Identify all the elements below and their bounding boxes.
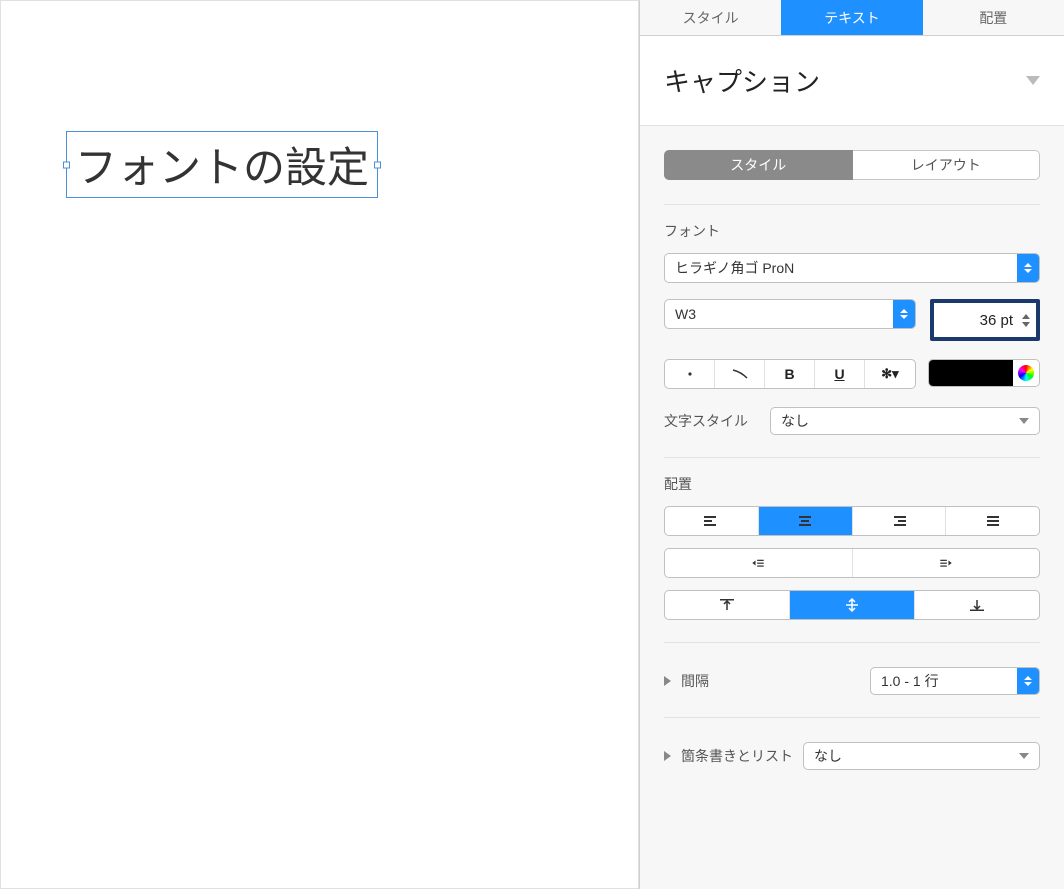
increase-indent-button[interactable] — [853, 549, 1040, 577]
gear-icon: ✻▾ — [881, 366, 898, 382]
valign-top-button[interactable] — [665, 591, 790, 619]
color-swatch — [929, 360, 1013, 386]
subtab-style[interactable]: スタイル — [664, 150, 853, 180]
resize-handle-left[interactable] — [63, 161, 70, 168]
tab-style[interactable]: スタイル — [640, 0, 781, 35]
divider — [664, 204, 1040, 205]
align-justify-button[interactable] — [946, 507, 1039, 535]
font-size-stepper[interactable] — [1019, 314, 1033, 327]
textbox-content: フォントの設定 — [75, 144, 369, 191]
chevron-down-icon — [1019, 753, 1029, 759]
disclosure-triangle-icon[interactable] — [664, 751, 671, 761]
style-layout-segmented: スタイル レイアウト — [664, 150, 1040, 180]
font-size-field[interactable]: 36 pt — [930, 299, 1040, 341]
font-weight-value: W3 — [675, 306, 696, 322]
indent-group — [664, 548, 1040, 578]
tab-text[interactable]: テキスト — [781, 0, 922, 35]
valign-middle-button[interactable] — [790, 591, 915, 619]
preset-name: キャプション — [664, 62, 820, 99]
subtab-layout[interactable]: レイアウト — [853, 150, 1041, 180]
divider — [664, 717, 1040, 718]
paragraph-style-preset[interactable]: キャプション — [640, 36, 1064, 126]
text-options-gear[interactable]: ✻▾ — [865, 360, 915, 388]
select-stepper-icon — [893, 300, 915, 328]
char-style-value: なし — [781, 411, 809, 431]
bullets-select[interactable]: なし — [803, 742, 1040, 770]
font-weight-select[interactable]: W3 — [664, 299, 916, 329]
bullets-value: なし — [814, 746, 842, 766]
decrease-indent-button[interactable] — [665, 549, 853, 577]
divider — [664, 457, 1040, 458]
vertical-alignment-group — [664, 590, 1040, 620]
font-family-select[interactable]: ヒラギノ角ゴ ProN — [664, 253, 1040, 283]
selected-textbox[interactable]: フォントの設定 — [66, 131, 378, 198]
spacing-label: 間隔 — [681, 671, 709, 691]
spacing-value: 1.0 - 1 行 — [881, 671, 939, 691]
document-canvas[interactable]: フォントの設定 — [0, 0, 639, 889]
divider — [664, 642, 1040, 643]
shadow-button[interactable] — [715, 360, 765, 388]
inspector-sidebar: スタイル テキスト 配置 キャプション スタイル レイアウト フォント ヒラギノ… — [639, 0, 1064, 889]
alignment-section-label: 配置 — [664, 474, 1040, 494]
char-style-label: 文字スタイル — [664, 411, 754, 431]
color-wheel-icon — [1018, 365, 1034, 381]
bold-button[interactable]: B — [765, 360, 815, 388]
align-right-button[interactable] — [853, 507, 947, 535]
color-picker-button[interactable] — [1013, 360, 1039, 386]
bullets-row: 箇条書きとリスト なし — [664, 742, 1040, 770]
valign-bottom-button[interactable] — [915, 591, 1039, 619]
text-color-well[interactable] — [928, 359, 1040, 387]
resize-handle-right[interactable] — [374, 161, 381, 168]
font-size-value[interactable]: 36 pt — [934, 312, 1019, 329]
strikethrough-button[interactable] — [665, 360, 715, 388]
inspector-tabs: スタイル テキスト 配置 — [640, 0, 1064, 36]
spacing-select[interactable]: 1.0 - 1 行 — [870, 667, 1040, 695]
tab-arrange[interactable]: 配置 — [923, 0, 1064, 35]
underline-button[interactable]: U — [815, 360, 865, 388]
align-left-button[interactable] — [665, 507, 759, 535]
font-family-value: ヒラギノ角ゴ ProN — [675, 258, 794, 278]
char-style-select[interactable]: なし — [770, 407, 1040, 435]
spacing-row: 間隔 1.0 - 1 行 — [664, 667, 1040, 695]
text-style-group: B U ✻▾ — [664, 359, 916, 389]
chevron-down-icon — [1019, 418, 1029, 424]
bullets-label: 箇条書きとリスト — [681, 746, 793, 766]
chevron-down-icon — [1026, 76, 1040, 85]
font-section-label: フォント — [664, 221, 1040, 241]
horizontal-alignment-group — [664, 506, 1040, 536]
select-stepper-icon — [1017, 668, 1039, 694]
disclosure-triangle-icon[interactable] — [664, 676, 671, 686]
align-center-button[interactable] — [759, 507, 853, 535]
select-stepper-icon — [1017, 254, 1039, 282]
